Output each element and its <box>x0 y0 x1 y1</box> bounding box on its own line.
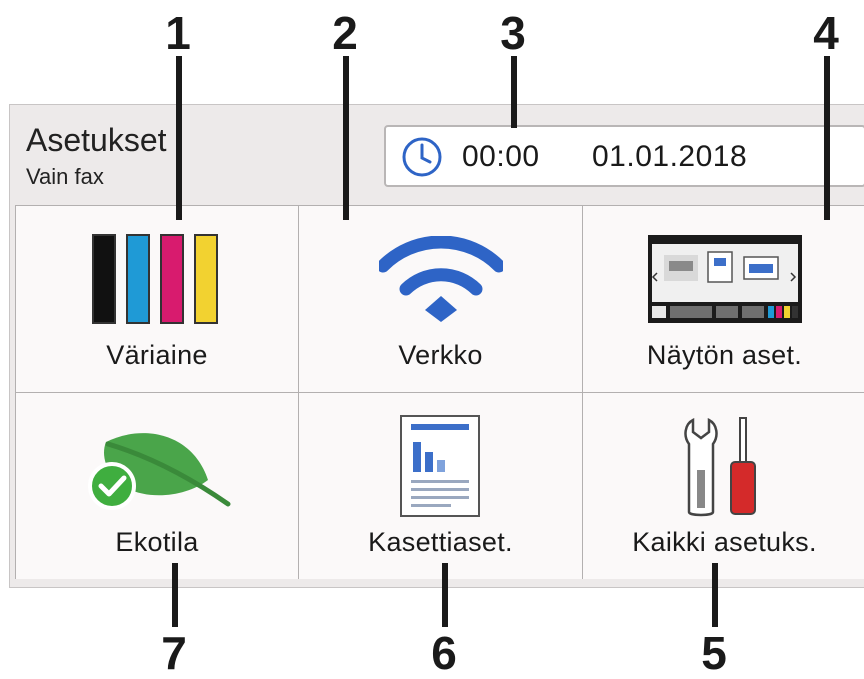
tile-toner-label: Väriaine <box>106 340 208 370</box>
callout-5-leader <box>712 563 718 627</box>
tile-network-label: Verkko <box>398 340 483 370</box>
tile-network[interactable]: Verkko <box>299 206 582 392</box>
time-display: 00:00 <box>462 140 540 173</box>
tile-eco-mode-label: Ekotila <box>115 527 199 557</box>
callout-3-leader <box>511 56 517 128</box>
callout-1: 1 <box>165 7 191 59</box>
tile-screen-settings-label: Näytön aset. <box>646 340 803 370</box>
settings-screen: Asetukset Vain fax 00:00 01.01.2018 Väri… <box>9 104 864 588</box>
callout-4: 4 <box>813 7 839 59</box>
tray-settings-icon <box>399 415 480 517</box>
callout-5: 5 <box>701 627 727 679</box>
tile-screen-settings[interactable]: Näytön aset. <box>583 206 864 392</box>
callout-4-leader <box>824 56 830 220</box>
callout-7-leader <box>172 563 178 627</box>
callout-2-leader <box>343 56 349 220</box>
screen-settings-icon <box>647 235 802 323</box>
settings-grid: Väriaine Verkko Näytön aset. Ekotila Kas… <box>15 205 864 579</box>
tile-toner[interactable]: Väriaine <box>16 206 298 392</box>
screen-mode: Vain fax <box>26 164 104 189</box>
date-time-button[interactable]: 00:00 01.01.2018 <box>384 125 864 187</box>
wifi-icon <box>378 236 503 322</box>
date-display: 01.01.2018 <box>592 140 748 173</box>
tile-all-settings-label: Kaikki asetuks. <box>632 527 817 557</box>
toner-icon <box>92 234 218 324</box>
callout-2: 2 <box>332 7 358 59</box>
screen-title: Asetukset <box>26 122 167 158</box>
callout-6-leader <box>442 563 448 627</box>
callout-1-leader <box>176 56 182 220</box>
eco-leaf-icon <box>88 433 231 510</box>
tile-tray-settings[interactable]: Kasettiaset. <box>299 393 582 579</box>
callout-3: 3 <box>500 7 526 59</box>
tools-icon <box>683 417 756 517</box>
tile-all-settings[interactable]: Kaikki asetuks. <box>583 393 864 579</box>
tile-tray-settings-label: Kasettiaset. <box>368 527 513 557</box>
callout-6: 6 <box>431 627 457 679</box>
callout-7: 7 <box>161 627 187 679</box>
tile-eco-mode[interactable]: Ekotila <box>16 393 298 579</box>
clock-icon <box>402 137 442 177</box>
